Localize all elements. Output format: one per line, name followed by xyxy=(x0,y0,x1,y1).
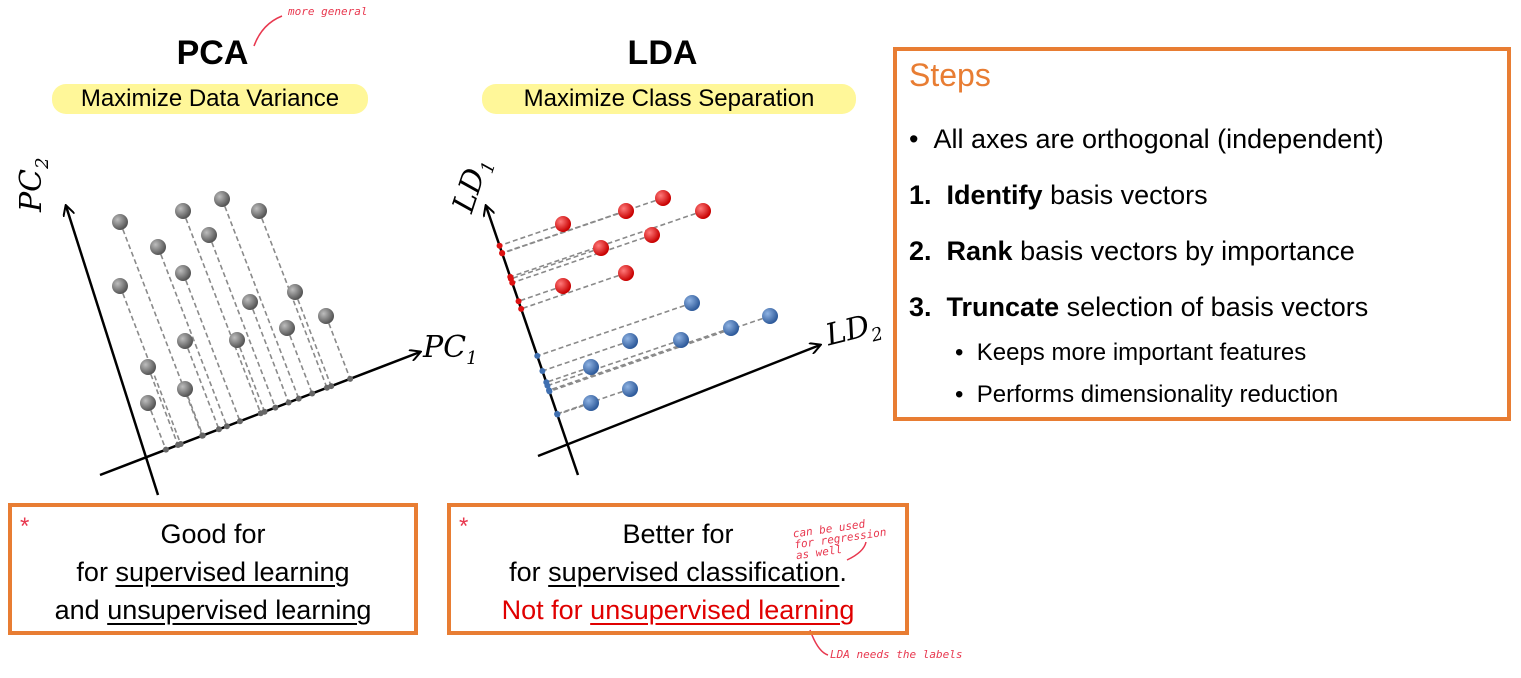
pca-data-point xyxy=(175,203,191,219)
projected-point xyxy=(543,379,550,386)
labels-note: LDA needs the labels xyxy=(830,648,963,661)
lda-class2-point xyxy=(684,295,700,311)
projection-line xyxy=(157,246,228,427)
projection-line xyxy=(537,302,693,357)
pca-data-point xyxy=(140,359,156,375)
projected-point xyxy=(347,375,354,382)
steps-title: Steps xyxy=(909,57,991,93)
projected-point xyxy=(515,298,522,305)
projection-line xyxy=(236,339,266,413)
lda-class2-point xyxy=(622,381,638,397)
projection-line xyxy=(208,234,277,408)
step-2: 2. Rank basis vectors by importance xyxy=(909,236,1355,266)
projection-line xyxy=(182,210,262,414)
pca-data-point xyxy=(175,265,191,281)
projected-point xyxy=(295,395,302,402)
pca-data-point xyxy=(150,239,166,255)
steps-box: Steps • All axes are orthogonal (indepen… xyxy=(893,47,1511,421)
pca-axis-x-label: PC1 xyxy=(423,330,478,369)
lda-class1-point xyxy=(655,190,671,206)
lda-axis-ld2 xyxy=(537,345,820,458)
projected-point xyxy=(534,352,541,359)
lda-class1-point xyxy=(695,203,711,219)
pca-axis-y-label: PC2 xyxy=(14,157,53,212)
pca-data-point xyxy=(279,320,295,336)
pca-data-point xyxy=(214,191,230,207)
lda-class1-point xyxy=(618,265,634,281)
projection-line xyxy=(294,291,332,387)
pca-data-point xyxy=(318,308,334,324)
pca-data-point xyxy=(251,203,267,219)
projected-point xyxy=(328,383,335,390)
projected-point xyxy=(499,250,506,257)
projected-point xyxy=(309,390,316,397)
pca-box-line1: Good for xyxy=(160,519,266,549)
pca-box-line3: and unsupervised learning xyxy=(54,595,372,625)
projected-point xyxy=(272,404,279,411)
pca-data-point xyxy=(140,395,156,411)
projected-point xyxy=(215,426,222,433)
pca-data-point xyxy=(177,333,193,349)
pca-box-line2: for supervised learning xyxy=(76,557,350,587)
lda-class2-point xyxy=(622,333,638,349)
projected-point xyxy=(162,446,169,453)
projected-point xyxy=(199,432,206,439)
lda-class1-point xyxy=(593,240,609,256)
lda-class2-point xyxy=(583,359,599,375)
pca-data-point xyxy=(287,284,303,300)
pca-data-point xyxy=(229,332,245,348)
step-3: 3. Truncate selection of basis vectors xyxy=(909,292,1369,322)
projected-point xyxy=(507,275,514,282)
projection-line xyxy=(520,272,627,310)
projected-point xyxy=(223,423,230,430)
note-pointer xyxy=(253,15,283,47)
lda-class2-point xyxy=(723,320,739,336)
lda-box-line2: for supervised classification. xyxy=(509,557,847,587)
pca-data-point xyxy=(112,278,128,294)
step-3-subitem-1: • Keeps more important features xyxy=(955,339,1307,366)
projected-point xyxy=(518,305,525,312)
projected-point xyxy=(261,408,268,415)
projected-point xyxy=(174,442,181,449)
step-3-subitem-2: • Performs dimensionality reduction xyxy=(955,381,1339,408)
pca-data-point xyxy=(112,214,128,230)
lda-class2-point xyxy=(583,395,599,411)
steps-bullet: • All axes are orthogonal (independent) xyxy=(909,124,1384,154)
lda-class1-point xyxy=(644,227,660,243)
pca-data-point xyxy=(177,381,193,397)
projected-point xyxy=(236,418,243,425)
step-1: 1. Identify basis vectors xyxy=(909,180,1208,210)
pca-summary-box: * Good for for supervised learning and u… xyxy=(8,503,418,635)
lda-class1-point xyxy=(555,278,571,294)
projection-line xyxy=(510,247,602,280)
lda-class1-point xyxy=(555,216,571,232)
projection-line xyxy=(325,315,351,380)
lda-box-line3: Not for unsupervised learning xyxy=(501,595,855,625)
projected-point xyxy=(285,399,292,406)
pca-data-point xyxy=(201,227,217,243)
lda-class2-point xyxy=(762,308,778,324)
projected-point xyxy=(554,411,561,418)
lda-class1-point xyxy=(618,203,634,219)
pca-data-point xyxy=(242,294,258,310)
projected-point xyxy=(539,367,546,374)
lda-class2-point xyxy=(673,332,689,348)
projected-point xyxy=(496,242,503,249)
